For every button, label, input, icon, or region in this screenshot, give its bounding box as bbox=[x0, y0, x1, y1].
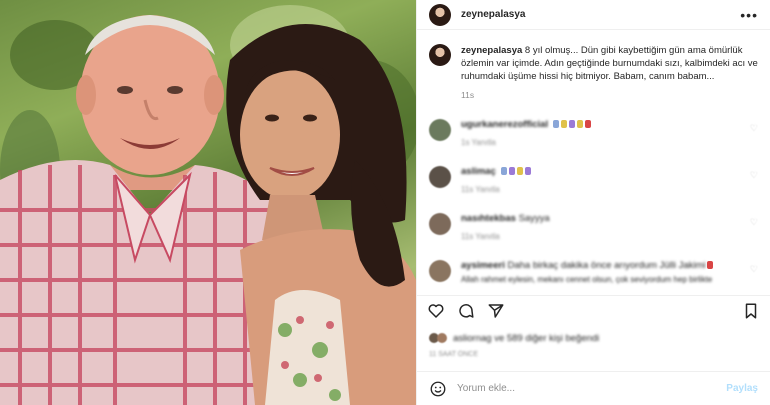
emoji-icon bbox=[568, 120, 575, 128]
emoji-icon bbox=[707, 261, 714, 269]
caption-username[interactable]: zeynepalasya bbox=[461, 45, 522, 56]
caption-avatar[interactable] bbox=[429, 44, 451, 66]
liker-avatar bbox=[437, 333, 447, 343]
commenter-avatar[interactable] bbox=[429, 119, 451, 141]
emoji-icon bbox=[508, 167, 515, 175]
comment-text: Sayyya bbox=[518, 213, 550, 224]
commenter-avatar[interactable] bbox=[429, 260, 451, 282]
comment-text-continued: Allah rahmet eylesin, mekanı cennet olsu… bbox=[461, 275, 713, 284]
author-avatar[interactable] bbox=[429, 3, 451, 26]
comments-area[interactable]: zeynepalasya 8 yıl olmuş... Dün gibi kay… bbox=[417, 30, 770, 295]
comment-input[interactable] bbox=[457, 383, 727, 394]
bookmark-icon[interactable] bbox=[742, 302, 760, 320]
comment-meta[interactable]: 1s Yanıtla bbox=[461, 137, 740, 149]
comment-emojis bbox=[499, 166, 531, 177]
comment-meta[interactable]: 11s Yanıtla bbox=[461, 184, 740, 196]
comment-icon[interactable] bbox=[457, 302, 475, 320]
comment-like-icon[interactable]: ♡ bbox=[750, 123, 758, 134]
commenter-avatar[interactable] bbox=[429, 213, 451, 235]
comment-like-icon[interactable]: ♡ bbox=[750, 217, 758, 228]
comment-emojis bbox=[551, 119, 591, 130]
smile-icon[interactable] bbox=[429, 380, 447, 398]
comment-like-icon[interactable]: ♡ bbox=[750, 170, 758, 181]
emoji-icon bbox=[552, 120, 559, 128]
heart-icon[interactable] bbox=[427, 302, 445, 320]
post-header: zeynepalasya ••• bbox=[417, 0, 770, 30]
more-horizontal-icon[interactable]: ••• bbox=[740, 7, 758, 23]
comment-list: ugurkanerezofficial 1s Yanıtla ♡ aslimaç 1… bbox=[429, 119, 758, 286]
likes-text: asliornag ve 589 diğer kişi beğendi bbox=[453, 332, 600, 344]
caption-age: 11s bbox=[461, 90, 475, 100]
share-button[interactable]: Paylaş bbox=[726, 383, 758, 394]
emoji-icon bbox=[516, 167, 523, 175]
post-side-panel: zeynepalasya ••• zeynepalasya 8 yıl olmu… bbox=[416, 0, 770, 405]
emoji-icon bbox=[524, 167, 531, 175]
likes-summary[interactable]: asliornag ve 589 diğer kişi beğendi bbox=[417, 325, 770, 351]
comment-item: nasıhtekbas Sayyya 11s Yanıtla ♡ bbox=[429, 213, 758, 243]
emoji-icon bbox=[584, 120, 591, 128]
instagram-post: zeynepalasya ••• zeynepalasya 8 yıl olmu… bbox=[0, 0, 770, 405]
post-photo[interactable] bbox=[0, 0, 416, 405]
emoji-icon bbox=[560, 120, 567, 128]
author-username[interactable]: zeynepalasya bbox=[461, 9, 740, 20]
post-caption: zeynepalasya 8 yıl olmuş... Dün gibi kay… bbox=[429, 44, 758, 102]
comment-item: aysimeeri Daha birkaç dakika önce arıyor… bbox=[429, 260, 758, 286]
comment-text: Daha birkaç dakika önce arıyordum Jülli … bbox=[507, 260, 706, 271]
emoji-icon bbox=[500, 167, 507, 175]
photo-people-illustration bbox=[0, 15, 416, 405]
add-comment-bar: Paylaş bbox=[417, 371, 770, 405]
emoji-icon bbox=[576, 120, 583, 128]
action-bar bbox=[417, 295, 770, 325]
send-icon[interactable] bbox=[487, 302, 505, 320]
post-date: 11 SAAT ÖNCE bbox=[429, 351, 479, 358]
comment-emojis bbox=[705, 260, 714, 271]
comment-username[interactable]: aslimaç bbox=[461, 166, 496, 177]
comment-item: ugurkanerezofficial 1s Yanıtla ♡ bbox=[429, 119, 758, 149]
comment-username[interactable]: ugurkanerezofficial bbox=[461, 119, 548, 130]
comment-meta[interactable]: 11s Yanıtla bbox=[461, 231, 740, 243]
comment-like-icon[interactable]: ♡ bbox=[750, 264, 758, 275]
comment-username[interactable]: aysimeeri bbox=[461, 260, 505, 271]
comment-username[interactable]: nasıhtekbas bbox=[461, 213, 516, 224]
commenter-avatar[interactable] bbox=[429, 166, 451, 188]
comment-item: aslimaç 11s Yanıtla ♡ bbox=[429, 166, 758, 196]
